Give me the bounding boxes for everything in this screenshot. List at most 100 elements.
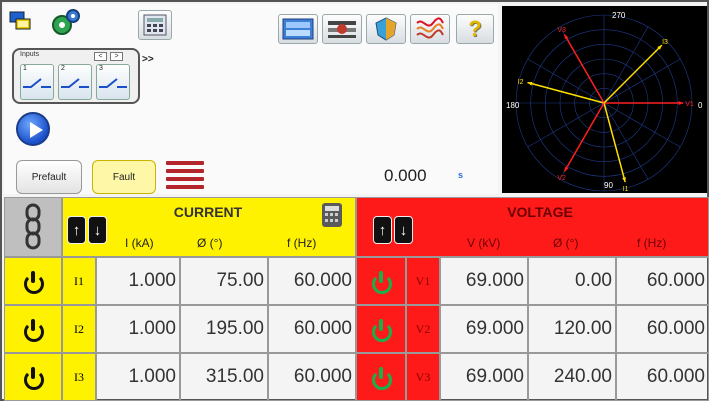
power-icon [370, 318, 392, 342]
inputs-more-button[interactable]: >> [142, 54, 154, 65]
grid-spoke [603, 102, 681, 148]
voltage-angle-cell[interactable]: 0.00 [528, 257, 616, 305]
phasor-diagram: 270 90 180 0 V1 I1 V2 I2 V3 I3 [502, 6, 707, 193]
current-angle-cell[interactable]: 315.00 [180, 353, 268, 401]
phasor-label: V3 [557, 27, 566, 34]
main-window: ? Inputs < > 1 2 3 >> Prefault Fault 0.0… [0, 0, 709, 401]
calculator-panel-icon[interactable] [138, 10, 172, 40]
arrow-up-icon: ↑ [67, 216, 86, 244]
current-enable-toggle[interactable] [4, 353, 62, 401]
help-icon: ? [468, 16, 482, 41]
current-phase-label: I3 [62, 353, 96, 401]
help-button[interactable]: ? [456, 14, 494, 44]
voltage-phase-label: V3 [406, 353, 440, 401]
waveform-icon[interactable] [410, 14, 450, 44]
inputs-label: Inputs [20, 51, 40, 58]
voltage-header: ↑ ↓ VOLTAGE V (kV) Ø (°) f (Hz) [356, 197, 709, 257]
chain-link-icon [25, 203, 41, 250]
phase-table: ↑ ↓ CURRENT I (kA) Ø (°) f (Hz) ↑ ↓ VOLTAG… [4, 197, 709, 401]
current-frequency-cell[interactable]: 60.000 [268, 257, 356, 305]
current-angle-cell[interactable]: 75.00 [180, 257, 268, 305]
voltage-magnitude-cell[interactable]: 69.000 [440, 257, 528, 305]
voltage-title: VOLTAGE [507, 204, 573, 220]
power-icon [22, 366, 44, 390]
current-title: CURRENT [173, 204, 243, 220]
time-unit: s [458, 170, 464, 180]
power-icon [22, 318, 44, 342]
phasor-label: V2 [557, 175, 566, 182]
phasor-arrowhead [678, 101, 684, 105]
voltage-freq-header: f (Hz) [637, 236, 667, 250]
fault-button[interactable]: Fault [92, 160, 156, 194]
sequence-icon[interactable] [322, 14, 362, 44]
grid-spoke [527, 102, 605, 148]
voltage-updown-button[interactable]: ↑ ↓ [373, 216, 413, 244]
voltage-magnitude-cell[interactable]: 69.000 [440, 353, 528, 401]
voltage-angle-header: Ø (°) [553, 236, 579, 250]
calculator-icon[interactable] [321, 202, 343, 228]
phasor-label: I3 [662, 39, 668, 46]
link-header [4, 197, 62, 257]
grid-spoke [527, 58, 605, 104]
voltage-magnitude-cell[interactable]: 69.000 [440, 305, 528, 353]
prefault-button[interactable]: Prefault [16, 160, 82, 194]
phasor-vector-i3 [603, 44, 663, 104]
shield-icon[interactable] [366, 14, 406, 44]
input-number: 2 [61, 65, 65, 72]
voltage-frequency-cell[interactable]: 60.000 [616, 305, 709, 353]
time-value: 0.000 [384, 166, 427, 185]
current-mag-header: I (kA) [125, 236, 154, 250]
sequence-list-icon[interactable] [162, 157, 208, 195]
voltage-mag-header: V (kV) [467, 236, 501, 250]
input-tile-3[interactable]: 3 [96, 64, 130, 100]
grid-spoke [603, 102, 649, 180]
power-icon [22, 270, 44, 294]
voltage-phase-label: V1 [406, 257, 440, 305]
current-frequency-cell[interactable]: 60.000 [268, 305, 356, 353]
phasor-label: V1 [685, 101, 694, 108]
axis-label-180: 180 [506, 101, 520, 110]
phasor-vector-i2 [527, 81, 605, 104]
power-icon [370, 366, 392, 390]
phasor-vector-i1 [603, 102, 626, 183]
voltage-enable-toggle[interactable] [356, 257, 406, 305]
monitor-icon[interactable] [278, 14, 318, 44]
input-tile-1[interactable]: 1 [20, 64, 54, 100]
current-enable-toggle[interactable] [4, 257, 62, 305]
current-header: ↑ ↓ CURRENT I (kA) Ø (°) f (Hz) [62, 197, 356, 257]
current-magnitude-cell[interactable]: 1.000 [96, 353, 180, 401]
display-mode-icon[interactable] [8, 8, 32, 34]
voltage-frequency-cell[interactable]: 60.000 [616, 353, 709, 401]
control-panel: ? Inputs < > 1 2 3 >> Prefault Fault 0.0… [4, 4, 498, 194]
voltage-frequency-cell[interactable]: 60.000 [616, 257, 709, 305]
axis-label-270: 270 [612, 11, 626, 20]
axis-label-90: 90 [604, 181, 613, 190]
settings-gear-icon[interactable] [48, 8, 82, 38]
current-phase-label: I2 [62, 305, 96, 353]
input-number: 3 [99, 65, 103, 72]
voltage-angle-cell[interactable]: 240.00 [528, 353, 616, 401]
current-angle-cell[interactable]: 195.00 [180, 305, 268, 353]
arrow-down-icon: ↓ [88, 216, 107, 244]
voltage-enable-toggle[interactable] [356, 305, 406, 353]
inputs-prev-button[interactable]: < [94, 52, 107, 61]
inputs-next-button[interactable]: > [110, 52, 123, 61]
current-freq-header: f (Hz) [287, 236, 317, 250]
arrow-down-icon: ↓ [394, 216, 413, 244]
current-updown-button[interactable]: ↑ ↓ [67, 216, 107, 244]
voltage-angle-cell[interactable]: 120.00 [528, 305, 616, 353]
current-frequency-cell[interactable]: 60.000 [268, 353, 356, 401]
input-number: 1 [23, 65, 27, 72]
current-angle-header: Ø (°) [197, 236, 223, 250]
phasor-plot: 270 90 180 0 V1 I1 V2 I2 V3 I3 [506, 11, 703, 193]
axis-label-0: 0 [698, 101, 703, 110]
current-magnitude-cell[interactable]: 1.000 [96, 305, 180, 353]
current-magnitude-cell[interactable]: 1.000 [96, 257, 180, 305]
current-enable-toggle[interactable] [4, 305, 62, 353]
play-button[interactable] [16, 112, 50, 146]
input-tile-2[interactable]: 2 [58, 64, 92, 100]
voltage-enable-toggle[interactable] [356, 353, 406, 401]
power-icon [370, 270, 392, 294]
inputs-group: Inputs < > 1 2 3 [12, 48, 140, 104]
phasor-label: I2 [518, 79, 524, 86]
